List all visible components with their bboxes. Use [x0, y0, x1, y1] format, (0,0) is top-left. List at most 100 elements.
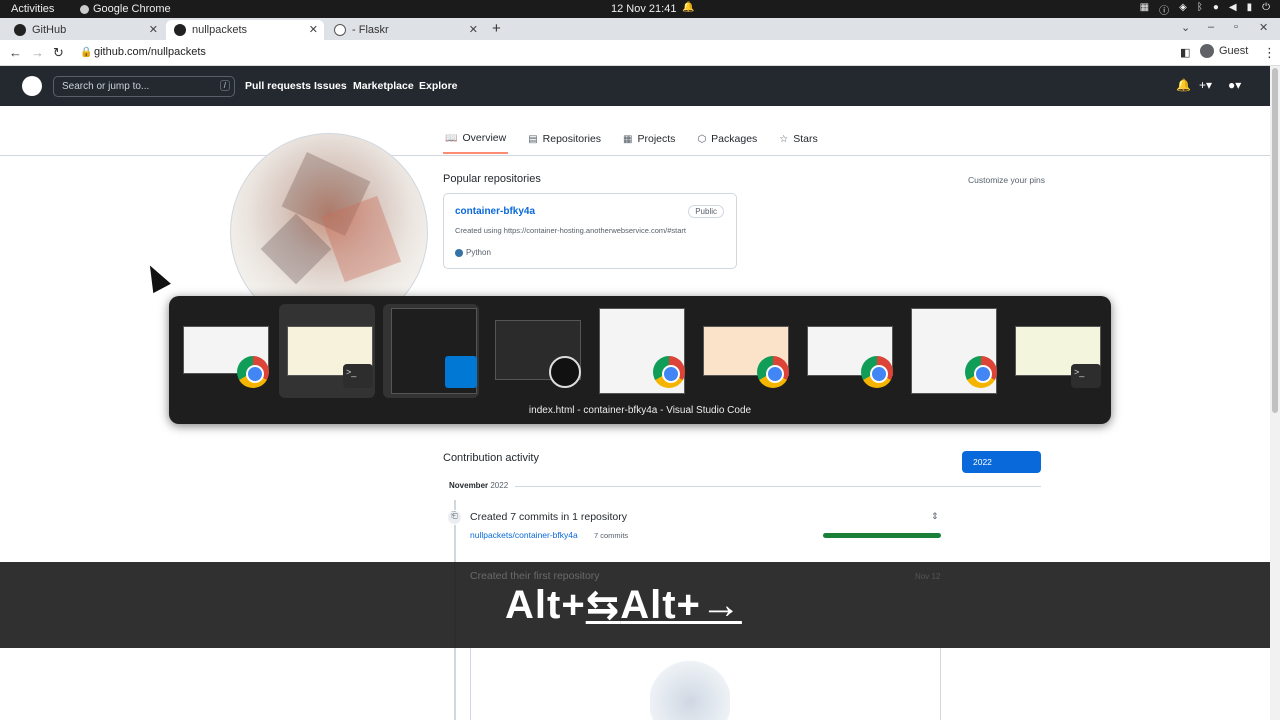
new-tab-button[interactable]: +: [492, 20, 501, 37]
switcher-item-chrome[interactable]: [175, 304, 271, 398]
commit-progress-bar: [823, 533, 941, 538]
tab-label: Packages: [711, 133, 758, 145]
clock[interactable]: 12 Nov 21:41: [611, 3, 676, 15]
github-icon: [14, 24, 26, 36]
switcher-item-obs[interactable]: [487, 304, 583, 398]
year-2022-button[interactable]: 2022: [962, 451, 1041, 473]
nav-explore[interactable]: Explore: [419, 80, 458, 92]
volume-icon: ◀: [1228, 2, 1237, 13]
first-repo-heading: Created their first repository: [470, 570, 600, 582]
system-top-bar: Activities Google Chrome 12 Nov 21:41 🔔 …: [0, 0, 1280, 18]
package-icon: ⬡: [697, 133, 707, 145]
lock-icon[interactable]: 🔒: [80, 47, 92, 58]
app-name: Google Chrome: [93, 3, 171, 15]
network-icon: ▦: [1139, 2, 1150, 13]
activities-button[interactable]: Activities: [11, 3, 54, 15]
search-placeholder: Search or jump to...: [62, 81, 150, 92]
tab-label: - Flaskr: [352, 24, 389, 36]
reload-icon[interactable]: ↻: [53, 45, 64, 61]
repo-icon: ▤: [528, 133, 538, 145]
tab-nullpackets[interactable]: nullpackets ✕: [166, 20, 324, 40]
switcher-item-chrome[interactable]: [695, 304, 791, 398]
visibility-badge: Public: [688, 205, 724, 218]
system-tray[interactable]: ▦ ⓘ ◈ ᛒ ● ◀ ▮ ⏻: [1140, 2, 1270, 17]
switcher-item-vscode[interactable]: [383, 304, 479, 398]
commits-repo-link[interactable]: nullpackets/container-bfky4a: [470, 530, 578, 540]
repo-card: container-bfky4a Public Created using ht…: [443, 193, 737, 269]
contribution-activity-title: Contribution activity: [443, 452, 539, 464]
tab-label: Projects: [637, 133, 676, 145]
address-bar[interactable]: github.com/nullpackets: [94, 46, 206, 58]
switcher-item-terminal[interactable]: >_: [279, 304, 375, 398]
switcher-item-chrome[interactable]: [591, 304, 687, 398]
popular-repositories-title: Popular repositories: [443, 173, 541, 185]
tab-packages[interactable]: ⬡ Packages: [695, 124, 759, 154]
app-menu[interactable]: Google Chrome: [80, 3, 171, 15]
avatar-icon: [1200, 44, 1214, 58]
profile-tabs: 📖 Overview ▤ Repositories ▦ Projects ⬡ Packa…: [443, 124, 820, 154]
chrome-icon: [237, 356, 269, 388]
side-panel-icon[interactable]: ◧: [1180, 46, 1190, 59]
nav-pull-requests[interactable]: Pull requests: [245, 80, 311, 92]
wifi-icon: ◈: [1179, 2, 1187, 13]
mouse-cursor-icon: [141, 260, 171, 294]
switcher-item-chrome[interactable]: [799, 304, 895, 398]
switcher-caption: index.html - container-bfky4a - Visual S…: [528, 405, 752, 416]
nav-issues[interactable]: Issues: [314, 80, 347, 92]
app-switcher: >_ >_ index.html - container-bfky4a - Vi…: [169, 296, 1111, 424]
close-tab-icon[interactable]: ✕: [469, 23, 478, 36]
switcher-item-chrome[interactable]: [903, 304, 999, 398]
chrome-icon: [757, 356, 789, 388]
repo-description: Created using https://container-hosting.…: [455, 226, 686, 235]
vscode-icon: [445, 356, 477, 388]
tab-flaskr[interactable]: - Flaskr ✕: [326, 20, 484, 40]
close-window-icon[interactable]: ✕: [1259, 21, 1268, 34]
commits-count-link[interactable]: 7 commits: [594, 531, 628, 540]
commits-heading[interactable]: Created 7 commits in 1 repository: [470, 511, 627, 523]
create-new-icon[interactable]: +▾: [1199, 78, 1212, 92]
customize-pins-link[interactable]: Customize your pins: [968, 175, 1045, 185]
search-shortcut: /: [219, 80, 230, 91]
month-year: 2022: [490, 481, 509, 490]
tab-overview[interactable]: 📖 Overview: [443, 124, 509, 154]
repo-push-icon: ⎗: [447, 510, 462, 525]
chrome-icon: [80, 4, 89, 14]
switcher-item-terminal[interactable]: >_: [1007, 304, 1103, 398]
close-tab-icon[interactable]: ✕: [309, 23, 318, 36]
back-icon[interactable]: ←: [9, 45, 22, 60]
notifications-icon[interactable]: 🔔: [1176, 78, 1191, 92]
github-logo-icon[interactable]: [22, 76, 42, 96]
tab-search-icon[interactable]: ⌄: [1181, 21, 1190, 34]
star-icon: ☆: [779, 133, 789, 145]
tab-label: Repositories: [542, 133, 602, 145]
tab-strip: GitHub ✕ nullpackets ✕ - Flaskr ✕ + ⌄ – …: [0, 18, 1280, 40]
tab-stars[interactable]: ☆ Stars: [777, 124, 819, 154]
profile-button[interactable]: Guest: [1200, 44, 1248, 58]
forward-icon[interactable]: →: [31, 45, 44, 60]
user-menu-icon[interactable]: ●▾: [1228, 78, 1241, 92]
minimize-icon[interactable]: –: [1208, 21, 1214, 33]
month-name: November: [449, 481, 489, 490]
restore-icon[interactable]: ▫: [1234, 21, 1238, 33]
profile-label: Guest: [1219, 45, 1249, 57]
page-scrollbar[interactable]: [1270, 66, 1280, 720]
info-icon: ⓘ: [1159, 6, 1170, 17]
book-icon: 📖: [445, 132, 458, 144]
search-input[interactable]: Search or jump to... /: [53, 76, 235, 97]
tab-repositories[interactable]: ▤ Repositories: [526, 124, 603, 154]
fold-icon[interactable]: ⇕: [931, 511, 939, 522]
menu-icon[interactable]: ⋮: [1263, 45, 1276, 61]
divider: [515, 486, 1041, 487]
repo-name-link[interactable]: container-bfky4a: [455, 206, 535, 217]
table-icon: ▦: [623, 133, 633, 145]
nav-marketplace[interactable]: Marketplace: [353, 80, 414, 92]
tab-github[interactable]: GitHub ✕: [6, 20, 164, 40]
globe-icon: [334, 24, 346, 36]
scrollbar-thumb[interactable]: [1272, 68, 1278, 413]
mic-icon: ●: [1212, 2, 1219, 13]
close-tab-icon[interactable]: ✕: [149, 23, 158, 36]
chrome-icon: [653, 356, 685, 388]
keystroke-1: Alt+: [505, 583, 586, 627]
tab-key-icon: ⇆: [585, 583, 621, 627]
tab-projects[interactable]: ▦ Projects: [621, 124, 677, 154]
